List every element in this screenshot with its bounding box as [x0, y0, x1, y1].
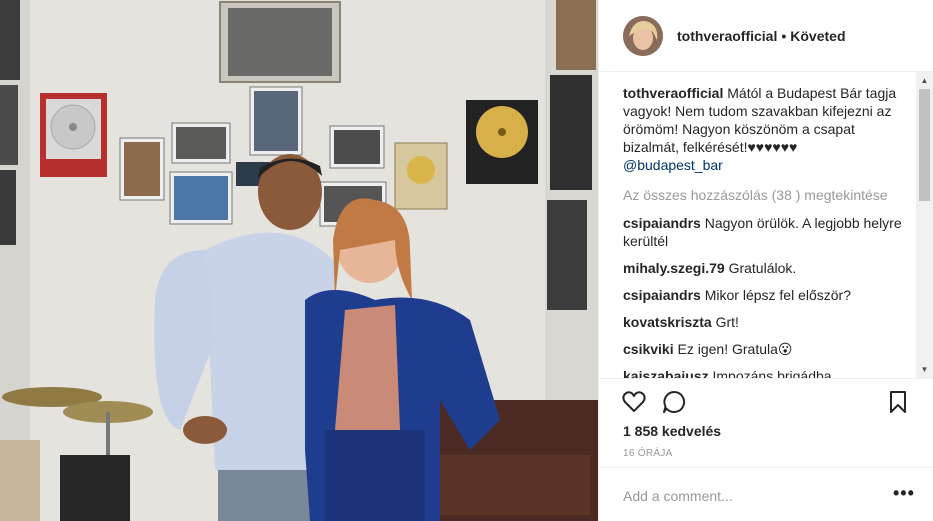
following-button[interactable]: Követed — [790, 28, 845, 44]
header-separator: • — [781, 27, 787, 44]
comments-section[interactable]: tothveraofficial Mától a Budapest Bár ta… — [623, 84, 911, 378]
post-photo[interactable] — [0, 0, 598, 521]
comment-username[interactable]: csipaiandrs — [623, 215, 701, 231]
scroll-up-arrow-icon[interactable]: ▲ — [916, 72, 933, 89]
comments-scrollbar[interactable]: ▲ ▼ — [916, 72, 933, 378]
comment-text: Gratulálok. — [728, 260, 797, 276]
caption-mention-link[interactable]: @budapest_bar — [623, 157, 723, 173]
comment-username[interactable]: kovatskriszta — [623, 314, 712, 330]
likes-count[interactable]: 1 858 kedvelés — [623, 423, 721, 439]
comment-text: Mikor lépsz fel először? — [704, 287, 851, 303]
comment-username[interactable]: csipaiandrs — [623, 287, 701, 303]
ellipsis-icon[interactable]: ••• — [893, 483, 915, 504]
comment-item: kajszabajusz Impozáns brigádba csöppenté… — [623, 367, 911, 378]
post-timestamp: 16 ÓRÁJA — [623, 448, 673, 459]
comment-item: csipaiandrs Nagyon örülök. A legjobb hel… — [623, 214, 911, 250]
comment-text: Ez igen! Gratula😮 — [677, 341, 793, 357]
view-all-comments-link[interactable]: Az összes hozzászólás (38 ) megtekintése — [623, 186, 911, 204]
comment-item: mihaly.szegi.79 Gratulálok. — [623, 259, 911, 277]
comment-input[interactable] — [623, 485, 883, 507]
avatar-image — [623, 15, 663, 56]
header-username[interactable]: tothveraofficial — [677, 28, 777, 44]
comment-item: csikviki Ez igen! Gratula😮 — [623, 340, 911, 358]
post-caption: tothveraofficial Mától a Budapest Bár ta… — [623, 84, 911, 174]
caption-author[interactable]: tothveraofficial — [623, 85, 723, 101]
scrollbar-thumb[interactable] — [919, 89, 930, 201]
comment-item: csipaiandrs Mikor lépsz fel először? — [623, 286, 911, 304]
comment-bubble-icon[interactable] — [661, 389, 687, 415]
post-header: tothveraofficial • Követed — [599, 0, 933, 72]
post-sidebar: tothveraofficial • Követed tothveraoffic… — [598, 0, 933, 521]
photo-illustration — [0, 0, 598, 521]
comment-username[interactable]: csikviki — [623, 341, 674, 357]
heart-icon[interactable] — [621, 389, 647, 415]
avatar[interactable] — [623, 15, 663, 56]
comment-text: Grt! — [715, 314, 739, 330]
bookmark-icon[interactable] — [885, 389, 911, 415]
comment-username[interactable]: kajszabajusz — [623, 368, 709, 378]
add-comment-bar: ••• — [599, 467, 933, 521]
comment-item: kovatskriszta Grt! — [623, 313, 911, 331]
scroll-down-arrow-icon[interactable]: ▼ — [916, 361, 933, 378]
action-bar — [599, 378, 933, 422]
comment-username[interactable]: mihaly.szegi.79 — [623, 260, 725, 276]
